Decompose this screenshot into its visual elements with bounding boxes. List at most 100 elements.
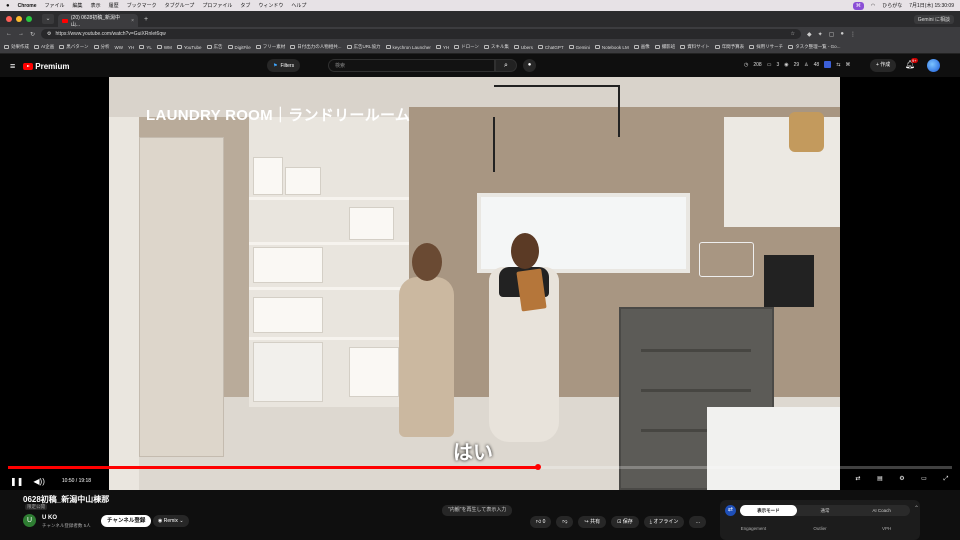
bookmark-item[interactable]: 資料サイト (680, 44, 710, 50)
tab-search-icon[interactable]: ⌄ (42, 14, 54, 24)
menu-item[interactable]: ヘルプ (291, 2, 306, 9)
status-pill[interactable]: ⌘ (852, 1, 864, 10)
more-actions-button[interactable]: … (689, 516, 707, 528)
dislike-button[interactable]: 👎︎ (556, 516, 574, 528)
volume-icon[interactable]: ◀)) (33, 477, 44, 486)
metric-engagement[interactable]: Engagement (720, 526, 787, 531)
bookmark-item[interactable]: 分析 (93, 44, 110, 50)
bookmark-item[interactable]: 効果作成 (4, 44, 29, 50)
mode-option-display[interactable]: 表示モード (740, 505, 797, 516)
bookmark-item[interactable]: YH (435, 45, 449, 50)
offline-button[interactable]: ⤓ オフライン (643, 516, 685, 528)
theater-mode-icon[interactable]: ▭ (919, 474, 929, 484)
bookmark-item[interactable]: 画像 (633, 44, 650, 50)
menu-item[interactable]: ファイル (45, 2, 65, 9)
bookmark-star-icon[interactable]: ☆ (791, 31, 795, 37)
address-bar[interactable]: ⚙ https://www.youtube.com/watch?v=GuiXRn… (41, 29, 802, 39)
extension-icon[interactable]: ◆ (807, 31, 812, 38)
site-info-icon[interactable]: ⚙ (47, 31, 51, 37)
create-button[interactable]: + 作成 (870, 59, 897, 72)
bookmark-item[interactable]: スキル集 (483, 44, 509, 50)
bookmark-item[interactable]: YouTube (176, 45, 202, 50)
save-button[interactable]: ⊡ 保存 (611, 516, 639, 528)
bookmark-item[interactable]: 広告 (206, 44, 223, 50)
bookmark-item[interactable]: Ubers (513, 45, 533, 50)
like-button[interactable]: 👍︎ 0 (530, 516, 552, 528)
bookmark-item[interactable]: 撮影班 (654, 44, 675, 50)
bookmark-item[interactable]: WW (115, 45, 124, 50)
pause-icon[interactable]: ❚❚ (10, 477, 23, 486)
clock[interactable]: 7月1日(木) 15:30:09 (909, 2, 954, 9)
extension-badge-icon[interactable] (824, 61, 832, 68)
menu-item[interactable]: 表示 (91, 2, 101, 9)
back-icon[interactable]: ← (6, 31, 12, 37)
new-tab-icon[interactable]: + (144, 16, 148, 23)
menu-item[interactable]: プロファイル (202, 2, 232, 9)
bookmark-item[interactable]: keychron Launcher (385, 45, 431, 50)
subtitles-icon[interactable]: ▤ (875, 474, 885, 484)
bookmark-item[interactable]: 黒バターン (59, 44, 89, 50)
gemini-button[interactable]: Gemini に相談 (913, 14, 954, 24)
menu-item[interactable]: タブグループ (165, 2, 195, 9)
account-avatar[interactable] (927, 59, 940, 72)
channel-name[interactable]: U KO (42, 515, 57, 521)
bookmark-item[interactable]: YL (139, 45, 152, 50)
extensions-puzzle-icon[interactable]: ✦ (818, 31, 823, 38)
translate-icon[interactable]: ⇆ (836, 62, 840, 68)
metric-outlier[interactable]: Outlier (787, 526, 854, 531)
fullscreen-icon[interactable]: ⤢ (941, 474, 951, 484)
bookmark-item[interactable]: 採用リサーチ (749, 44, 783, 50)
menu-item[interactable]: ウィンドウ (258, 2, 283, 9)
menu-kebab-icon[interactable]: ⋮ (850, 31, 856, 38)
hamburger-menu-icon[interactable]: ≡ (10, 61, 15, 71)
sidebar-icon[interactable]: ▢ (829, 31, 835, 38)
hint-chip[interactable]: "内観"を再生して表示入力 (442, 505, 513, 516)
remix-button[interactable]: ◉ Remix ⌄ (153, 515, 189, 527)
forward-icon[interactable]: → (18, 31, 24, 37)
reload-icon[interactable]: ↻ (30, 31, 35, 38)
menu-item[interactable]: タブ (240, 2, 250, 9)
autoplay-toggle-icon[interactable]: ⇄ (853, 474, 863, 484)
input-method[interactable]: ひらがな (882, 2, 902, 9)
wifi-icon[interactable]: ◠ (871, 3, 875, 9)
close-window-icon[interactable] (6, 16, 12, 22)
bookmark-item[interactable]: WM (156, 45, 172, 50)
bookmark-item[interactable]: ドローン (454, 44, 479, 50)
channel-avatar[interactable]: U (23, 514, 36, 527)
bookmark-item[interactable]: フリー素材 (255, 44, 285, 50)
search-input[interactable]: 検索 (328, 59, 495, 72)
tag-icon[interactable]: ⌘ (845, 62, 850, 68)
mode-option-normal[interactable]: 通常 (797, 505, 854, 516)
filters-button[interactable]: ⚑ Filters (267, 59, 301, 72)
close-tab-icon[interactable]: × (131, 18, 134, 24)
youtube-logo[interactable]: Premium (23, 62, 70, 71)
subscribe-button[interactable]: チャンネル登録 (101, 515, 152, 527)
bookmark-item[interactable]: Notebook LM (594, 45, 629, 50)
bookmark-item[interactable]: 広告URL協力 (346, 44, 381, 50)
bookmark-item[interactable]: 年間予算表 (714, 44, 744, 50)
bookmark-item[interactable]: ChatGPT (537, 45, 564, 50)
share-button[interactable]: ↪ 共有 (578, 516, 607, 528)
chevron-up-icon[interactable]: ⌃ (914, 505, 919, 512)
minimize-window-icon[interactable] (16, 16, 22, 22)
bookmark-item[interactable]: Gemini (568, 45, 590, 50)
zoom-window-icon[interactable] (26, 16, 32, 22)
browser-tab-active[interactable]: (20) 0628初稿_新潟中山... × (58, 14, 138, 28)
progress-bar[interactable] (8, 464, 952, 470)
settings-gear-icon[interactable]: ⚙ (897, 474, 907, 484)
bookmark-item[interactable]: AI企画 (34, 44, 54, 50)
menu-item[interactable]: ブックマーク (127, 2, 157, 9)
profile-icon[interactable]: ● (840, 31, 844, 37)
bookmark-item[interactable]: 日付出力の人物相共... (290, 44, 342, 50)
bookmark-item[interactable]: YH (128, 45, 134, 50)
bookmark-item[interactable]: DigitFile (227, 45, 251, 50)
bookmark-item[interactable]: タスク整理一覧 - Go... (788, 44, 840, 50)
video-player[interactable]: LAUNDRY ROOM｜ランドリールーム はい ❚❚ ◀)) 10:50 / … (0, 77, 960, 490)
mode-switch-icon[interactable]: ⇄ (725, 505, 736, 516)
search-button[interactable]: ⌕ (495, 59, 517, 72)
metric-vph[interactable]: VPH (853, 526, 920, 531)
menu-app-name[interactable]: Chrome (18, 3, 37, 9)
voice-search-button[interactable]: ● (523, 59, 536, 72)
menu-item[interactable]: 履歴 (109, 2, 119, 9)
mode-option-ai-coach[interactable]: AI Coach (853, 505, 910, 516)
